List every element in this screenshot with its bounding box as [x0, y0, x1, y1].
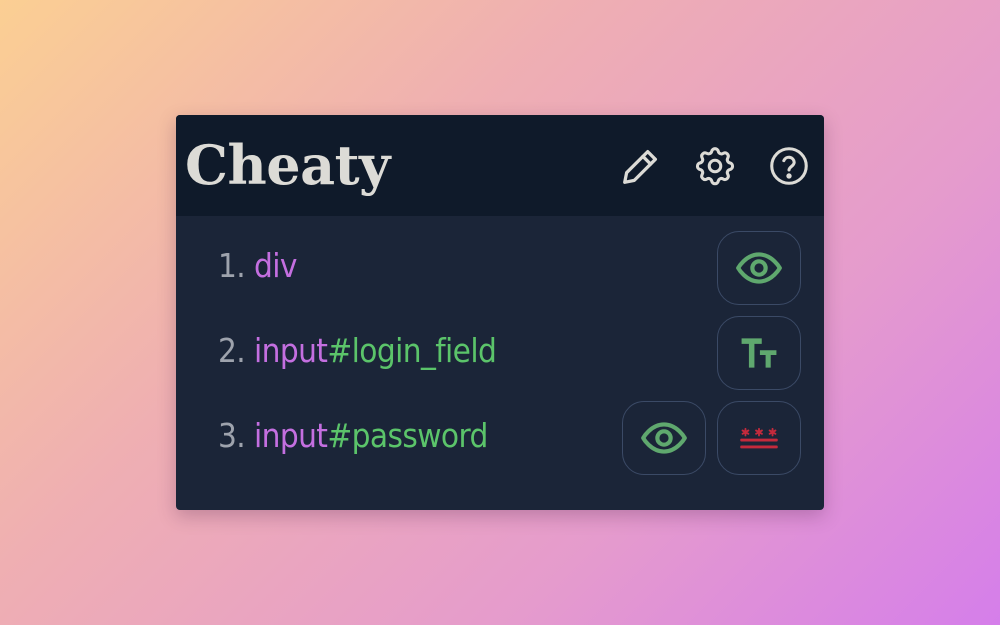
- element-tag: input: [253, 331, 328, 370]
- pencil-icon: [623, 149, 658, 184]
- help-icon: [770, 147, 808, 185]
- text-size-icon: [741, 338, 777, 368]
- element-id: #login_field: [327, 331, 497, 370]
- cheaty-popup: Cheaty 1. div 2. input#login_field 3. in…: [176, 115, 824, 510]
- element-selector: 3. input#password: [218, 393, 488, 478]
- element-list: 1. div 2. input#login_field 3. input#pas…: [176, 216, 824, 510]
- text-input-button[interactable]: [717, 316, 801, 390]
- element-selector: 1. div: [218, 223, 297, 308]
- edit-button[interactable]: [617, 142, 665, 190]
- help-button[interactable]: [765, 142, 813, 190]
- item-number: 2.: [218, 331, 246, 370]
- item-number: 1.: [218, 246, 246, 285]
- fill-password-button[interactable]: [717, 401, 801, 475]
- list-item: 2. input#login_field: [176, 308, 824, 393]
- app-title: Cheaty: [185, 133, 390, 197]
- list-item: 1. div: [176, 223, 824, 308]
- settings-button[interactable]: [691, 142, 739, 190]
- show-element-button[interactable]: [717, 231, 801, 305]
- element-id: #password: [327, 416, 488, 455]
- element-selector: 2. input#login_field: [218, 308, 497, 393]
- header: Cheaty: [176, 115, 824, 216]
- element-tag: div: [253, 246, 297, 285]
- eye-icon: [736, 252, 782, 284]
- element-tag: input: [253, 416, 328, 455]
- gear-icon: [695, 147, 735, 186]
- password-mask-icon: [740, 427, 778, 449]
- eye-icon: [641, 422, 687, 454]
- item-number: 3.: [218, 416, 246, 455]
- show-password-button[interactable]: [622, 401, 706, 475]
- list-item: 3. input#password: [176, 393, 824, 478]
